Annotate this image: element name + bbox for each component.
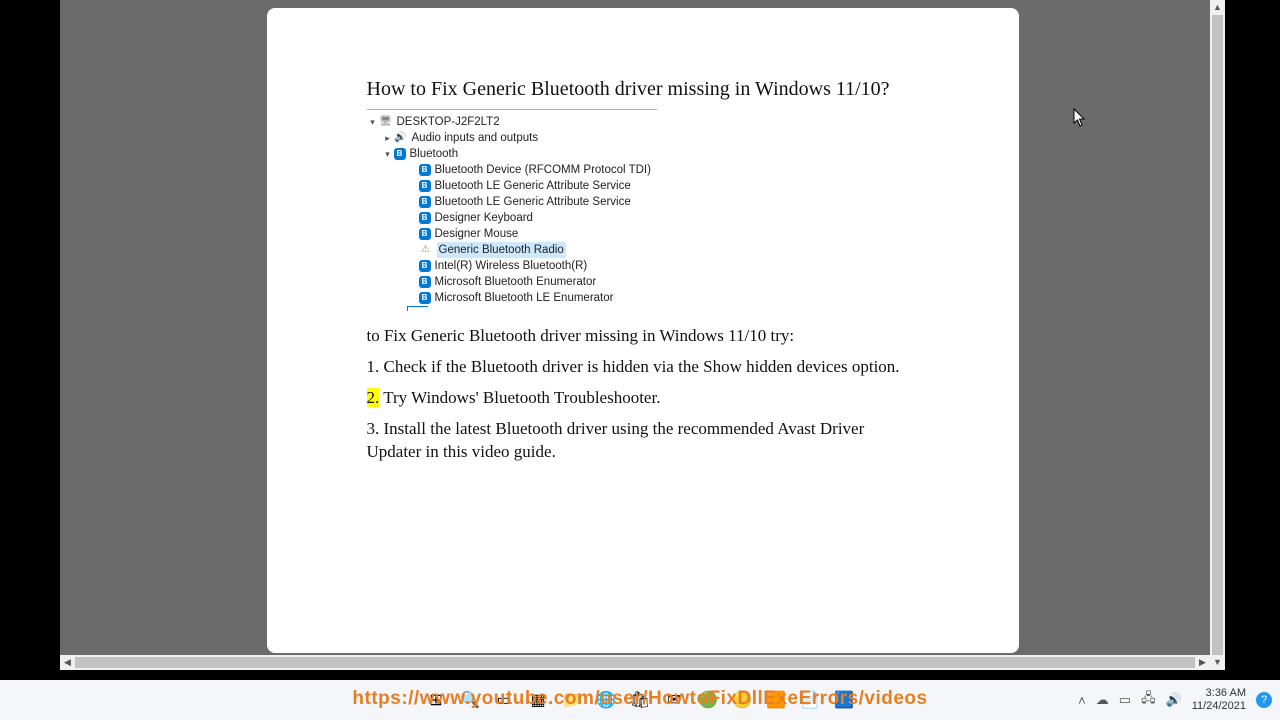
bluetooth-label: Bluetooth: [410, 146, 459, 162]
bluetooth-icon: B: [419, 292, 431, 304]
device-manager-screenshot: ▾ 🖥 DESKTOP-J2F2LT2 ▸ 🔊 Audio inputs and…: [367, 109, 657, 311]
time: 3:36 AM: [1192, 687, 1246, 700]
highlight: 2.: [367, 388, 380, 407]
chevron-up-icon[interactable]: ˄: [1078, 693, 1086, 708]
mail-icon[interactable]: ✉: [660, 686, 688, 714]
scroll-left-arrow-icon[interactable]: ◀: [60, 655, 75, 670]
app-icon[interactable]: 📄: [796, 686, 824, 714]
app-icon[interactable]: 🟦: [830, 686, 858, 714]
intro-text: to Fix Generic Bluetooth driver missing …: [367, 325, 919, 348]
collapse-arrow-icon: ▸: [382, 132, 394, 145]
widgets-icon[interactable]: ▦: [524, 686, 552, 714]
step-3: 3. Install the latest Bluetooth driver u…: [367, 418, 919, 464]
scroll-thumb[interactable]: [75, 657, 1195, 668]
tree-item-selected: ⚠Generic Bluetooth Radio: [367, 242, 657, 258]
computer-icon: 🖥: [379, 115, 393, 129]
expand-arrow-icon: ▾: [382, 148, 394, 161]
tree-item: BMicrosoft Bluetooth LE Enumerator: [367, 290, 657, 306]
bluetooth-icon: B: [394, 148, 406, 160]
bluetooth-icon: B: [419, 180, 431, 192]
bluetooth-icon: B: [419, 276, 431, 288]
bluetooth-icon: B: [419, 228, 431, 240]
scroll-up-arrow-icon[interactable]: ▲: [1210, 0, 1225, 15]
tree-root: ▾ 🖥 DESKTOP-J2F2LT2: [367, 114, 657, 130]
scroll-thumb[interactable]: [1212, 15, 1223, 655]
assist-icon[interactable]: ?: [1256, 692, 1272, 708]
edge-icon[interactable]: 🌐: [592, 686, 620, 714]
expand-arrow-icon: ▾: [367, 116, 379, 129]
step-1: 1. Check if the Bluetooth driver is hidd…: [367, 356, 919, 379]
start-icon[interactable]: ⊞: [422, 686, 450, 714]
step-2: 2. Try Windows' Bluetooth Troubleshooter…: [367, 387, 919, 410]
onedrive-icon[interactable]: ☁: [1096, 692, 1109, 708]
taskview-icon[interactable]: ▭: [490, 686, 518, 714]
vertical-scrollbar[interactable]: ▲ ▼: [1210, 0, 1225, 670]
explorer-icon[interactable]: 📁: [558, 686, 586, 714]
audio-label: Audio inputs and outputs: [412, 130, 539, 146]
scroll-down-arrow-icon[interactable]: ▼: [1210, 655, 1225, 670]
tree-item: BIntel(R) Wireless Bluetooth(R): [367, 258, 657, 274]
horizontal-scrollbar[interactable]: ◀ ▶: [60, 655, 1210, 670]
tree-audio: ▸ 🔊 Audio inputs and outputs: [367, 130, 657, 146]
document-page: How to Fix Generic Bluetooth driver miss…: [267, 8, 1019, 653]
tree-item: BBluetooth Device (RFCOMM Protocol TDI): [367, 162, 657, 178]
tree-item: BDesigner Mouse: [367, 226, 657, 242]
taskbar-pinned-apps: ⊞ 🔍 ▭ ▦ 📁 🌐 🛍 ✉ 🟢 🟡 🟧 📄 🟦: [422, 686, 858, 714]
tray-icon[interactable]: ▭: [1119, 692, 1131, 708]
date: 11/24/2021: [1192, 700, 1246, 713]
tree-item: BMicrosoft Bluetooth Enumerator: [367, 274, 657, 290]
store-icon[interactable]: 🛍: [626, 686, 654, 714]
scroll-right-arrow-icon[interactable]: ▶: [1195, 655, 1210, 670]
page-title: How to Fix Generic Bluetooth driver miss…: [367, 78, 919, 101]
bluetooth-icon: B: [419, 196, 431, 208]
app-icon[interactable]: 🟢: [694, 686, 722, 714]
bluetooth-icon: B: [419, 212, 431, 224]
network-icon[interactable]: 🖧: [1141, 689, 1156, 711]
tree-item: BBluetooth LE Generic Attribute Service: [367, 178, 657, 194]
tree-item: BBluetooth LE Generic Attribute Service: [367, 194, 657, 210]
warning-icon: ⚠: [419, 243, 433, 257]
clock[interactable]: 3:36 AM 11/24/2021: [1192, 687, 1246, 712]
editor-workspace: How to Fix Generic Bluetooth driver miss…: [60, 0, 1225, 670]
bluetooth-icon: B: [419, 260, 431, 272]
volume-icon[interactable]: 🔊: [1166, 692, 1182, 708]
tree-connector: [407, 306, 428, 311]
bluetooth-icon: B: [419, 164, 431, 176]
chrome-icon[interactable]: 🟡: [728, 686, 756, 714]
root-label: DESKTOP-J2F2LT2: [397, 114, 500, 130]
audio-icon: 🔊: [394, 131, 408, 145]
search-icon[interactable]: 🔍: [456, 686, 484, 714]
taskbar: ⊞ 🔍 ▭ ▦ 📁 🌐 🛍 ✉ 🟢 🟡 🟧 📄 🟦 ˄ ☁ ▭ 🖧 🔊 3:36…: [0, 680, 1280, 720]
tree-item: BDesigner Keyboard: [367, 210, 657, 226]
tree-bluetooth: ▾ B Bluetooth: [367, 146, 657, 162]
system-tray: ˄ ☁ ▭ 🖧 🔊 3:36 AM 11/24/2021 ?: [1078, 680, 1272, 720]
app-icon[interactable]: 🟧: [762, 686, 790, 714]
